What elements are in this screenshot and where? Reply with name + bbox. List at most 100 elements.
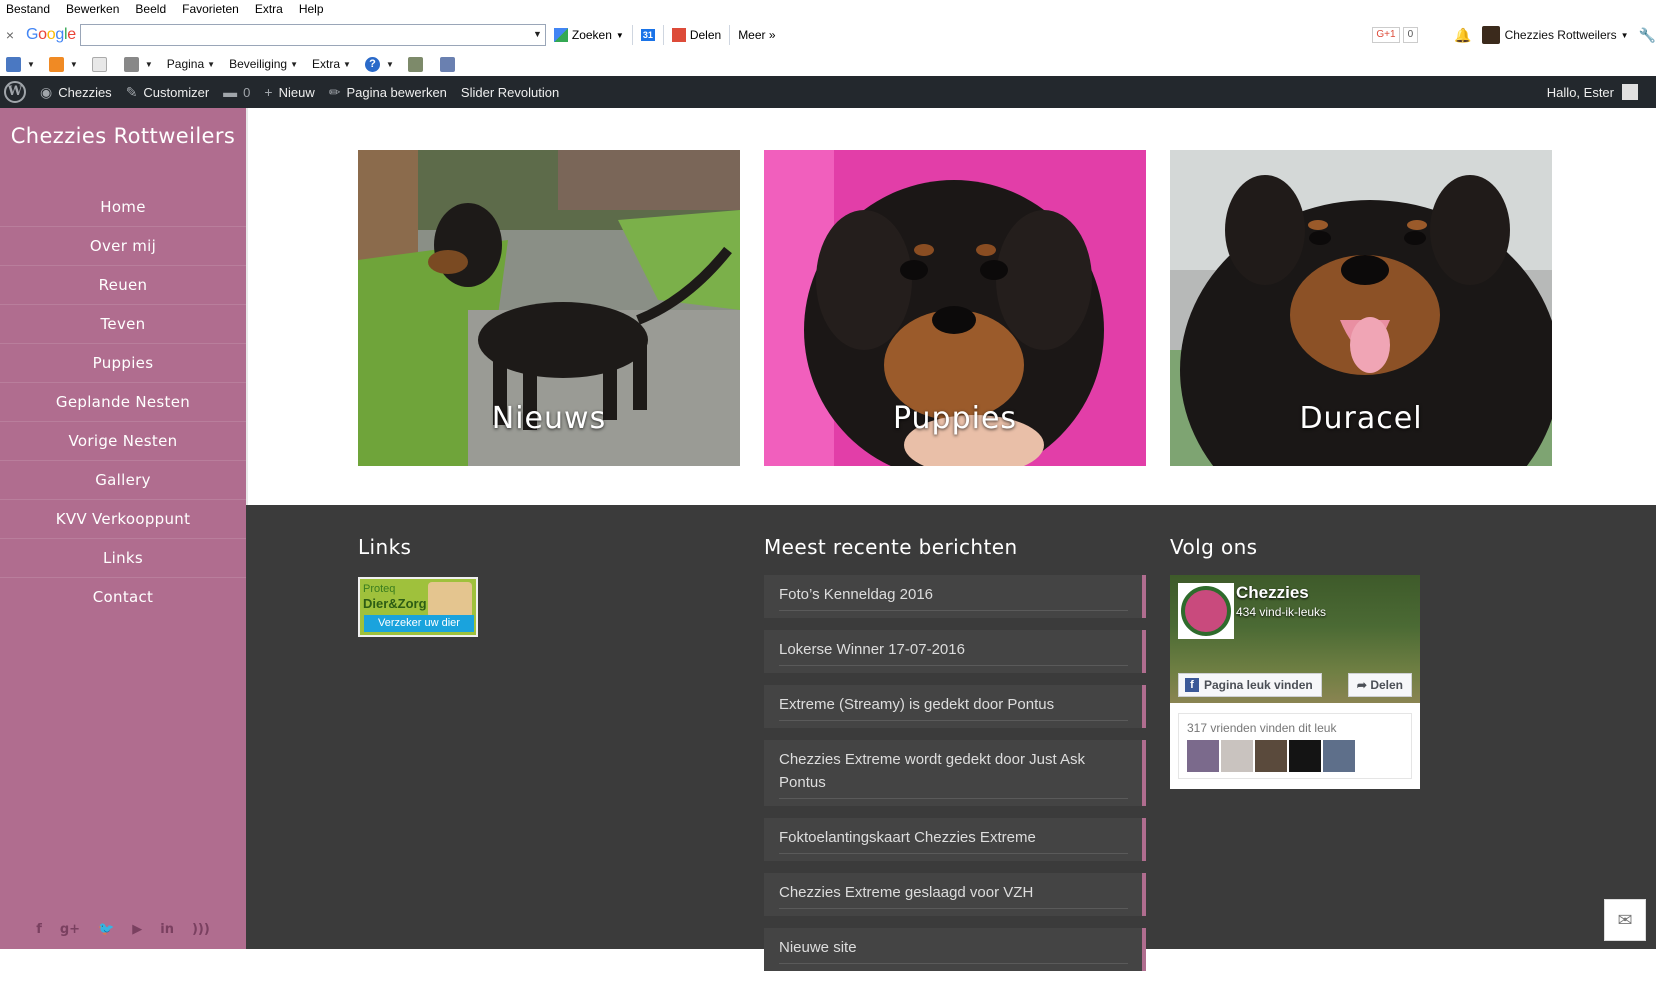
list-item[interactable]: Foto’s Kenneldag 2016 — [764, 575, 1146, 618]
nav-teven[interactable]: Teven — [0, 305, 246, 344]
google-plus-icon[interactable]: g+ — [60, 922, 80, 937]
nav-kvv-verkooppunt[interactable]: KVV Verkooppunt — [0, 500, 246, 539]
friends-text: 317 vrienden vinden dit leuk — [1187, 721, 1337, 735]
avatar — [1481, 26, 1500, 44]
wp-account[interactable]: Hallo, Ester — [1547, 76, 1638, 108]
wordpress-logo-icon[interactable]: W — [4, 81, 26, 103]
facebook-page-name[interactable]: Chezzies — [1236, 583, 1309, 603]
toolbar-divider — [631, 25, 633, 45]
wrench-icon[interactable]: 🔧 — [1639, 27, 1656, 44]
wp-admin-bar: W ◉ Chezzies ✎ Customizer ▬ 0 + Nieuw ✏ … — [0, 76, 1656, 108]
close-toolbar-icon[interactable]: × — [0, 27, 20, 43]
linkedin-icon[interactable]: in — [160, 922, 174, 937]
tile-caption: Duracel — [1299, 401, 1423, 436]
proteq-badge[interactable]: Proteq Dier&Zorg Verzeker uw dier — [358, 577, 478, 637]
list-item[interactable]: Extreme (Streamy) is gedekt door Pontus — [764, 685, 1146, 728]
google-search-input[interactable] — [80, 25, 521, 45]
help-icon: ? — [364, 56, 380, 72]
menu-help[interactable]: Help — [299, 2, 324, 16]
chevron-down-icon: ▼ — [615, 30, 624, 40]
facebook-profile-picture[interactable] — [1178, 583, 1234, 639]
search-dropdown-icon[interactable]: ▼ — [533, 29, 542, 39]
zoeken-button[interactable]: Zoeken ▼ — [553, 28, 624, 42]
badge-line2: Dier&Zorg — [363, 596, 427, 611]
facebook-like-button[interactable]: f Pagina leuk vinden — [1178, 673, 1322, 697]
google-logo: Google — [26, 26, 76, 44]
tile-puppies[interactable]: Puppies — [764, 150, 1146, 466]
nav-gallery[interactable]: Gallery — [0, 461, 246, 500]
nav-links[interactable]: Links — [0, 539, 246, 578]
bell-icon[interactable]: 🔔 — [1454, 27, 1471, 44]
logo-letter: o — [38, 26, 47, 43]
google-search-box: ▼ — [79, 24, 546, 46]
posts-heading: Meest recente berichten — [764, 535, 1018, 559]
home-button[interactable]: ▼ — [6, 56, 35, 72]
share-arrow-icon: ➦ — [1356, 678, 1371, 692]
wp-site-link[interactable]: ◉ Chezzies — [40, 84, 112, 101]
mail-icon[interactable]: ✉ — [1604, 899, 1646, 941]
menu-favorieten[interactable]: Favorieten — [182, 2, 239, 16]
nav-over-mij[interactable]: Over mij — [0, 227, 246, 266]
account-button[interactable]: Chezzies Rottweilers ▼ — [1481, 26, 1629, 44]
toolbar-divider — [662, 25, 664, 45]
meer-label: Meer » — [738, 28, 776, 42]
help-menu[interactable]: ? ▼ — [364, 56, 394, 72]
pet-icon — [428, 582, 472, 618]
friend-faces — [1187, 740, 1357, 772]
calendar-button[interactable]: 31 — [640, 29, 655, 41]
list-item[interactable]: Nieuwe site — [764, 928, 1146, 971]
facebook-page-widget: Chezzies 434 vind-ik-leuks f Pagina leuk… — [1170, 575, 1420, 789]
site-title[interactable]: Chezzies Rottweilers — [0, 124, 246, 148]
rss-icon[interactable]: ))) — [192, 922, 210, 937]
feeds-button[interactable]: ▼ — [48, 56, 78, 72]
delen-button[interactable]: Delen — [671, 28, 721, 42]
avatar[interactable] — [1323, 740, 1355, 772]
extra-menu[interactable]: Extra ▼ — [312, 57, 351, 71]
avatar[interactable] — [1221, 740, 1253, 772]
nav-puppies[interactable]: Puppies — [0, 344, 246, 383]
facebook-share-button[interactable]: ➦ Delen — [1347, 673, 1412, 697]
toolbar-divider — [729, 25, 731, 45]
nav-vorige-nesten[interactable]: Vorige Nesten — [0, 422, 246, 461]
menu-beeld[interactable]: Beeld — [135, 2, 166, 16]
pagina-menu[interactable]: Pagina ▼ — [167, 57, 215, 71]
list-item[interactable]: Chezzies Extreme geslaagd voor VZH — [764, 873, 1146, 916]
post-title: Chezzies Extreme geslaagd voor VZH — [779, 881, 1128, 909]
gplus-button[interactable]: G+1 — [1372, 27, 1400, 43]
list-item[interactable]: Foktoelantingskaart Chezzies Extreme — [764, 818, 1146, 861]
messenger-button[interactable] — [439, 56, 458, 72]
wp-new-link[interactable]: + Nieuw — [264, 84, 314, 100]
menu-bewerken[interactable]: Bewerken — [66, 2, 119, 16]
wp-edit-page-label: Pagina bewerken — [346, 84, 447, 100]
wp-edit-page-link[interactable]: ✏ Pagina bewerken — [329, 84, 447, 101]
main-content: Nieuws Puppies Duracel — [246, 108, 1656, 505]
menu-extra[interactable]: Extra — [255, 2, 283, 16]
print-button[interactable]: ▼ — [123, 56, 153, 72]
avatar[interactable] — [1187, 740, 1219, 772]
avatar[interactable] — [1255, 740, 1287, 772]
footer-posts-column: Meest recente berichten Foto’s Kenneldag… — [764, 535, 1146, 983]
beveiliging-menu[interactable]: Beveiliging ▼ — [229, 57, 298, 71]
wp-comments-link[interactable]: ▬ 0 — [223, 84, 250, 100]
wp-customizer-link[interactable]: ✎ Customizer — [126, 84, 209, 101]
nav-home[interactable]: Home — [0, 188, 246, 227]
avatar[interactable] — [1289, 740, 1321, 772]
wp-site-label: Chezzies — [58, 84, 112, 100]
nav-reuen[interactable]: Reuen — [0, 266, 246, 305]
meer-button[interactable]: Meer » — [738, 28, 775, 42]
list-item[interactable]: Chezzies Extreme wordt gedekt door Just … — [764, 740, 1146, 806]
tile-duracel[interactable]: Duracel — [1170, 150, 1552, 466]
mail-button[interactable] — [91, 56, 110, 72]
extra-label: Extra — [312, 57, 341, 71]
facebook-icon[interactable]: f — [36, 922, 42, 937]
menu-bestand[interactable]: Bestand — [6, 2, 50, 16]
list-item[interactable]: Lokerse Winner 17-07-2016 — [764, 630, 1146, 673]
youtube-icon[interactable]: ▶ — [132, 922, 142, 937]
home-icon — [6, 56, 21, 72]
tile-nieuws[interactable]: Nieuws — [358, 150, 740, 466]
nav-geplande-nesten[interactable]: Geplande Nesten — [0, 383, 246, 422]
nav-contact[interactable]: Contact — [0, 578, 246, 617]
wp-slider-link[interactable]: Slider Revolution — [461, 85, 559, 100]
twitter-icon[interactable]: 🐦 — [98, 922, 114, 937]
research-button[interactable] — [407, 56, 426, 72]
